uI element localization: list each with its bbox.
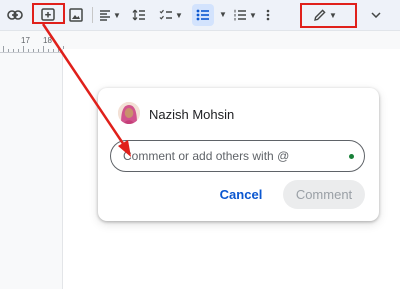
checklist-dropdown-icon: ▼ (175, 10, 183, 20)
comment-button[interactable]: Comment (283, 180, 365, 209)
align-dropdown-icon: ▼ (113, 10, 121, 20)
ruler-tick (13, 49, 14, 52)
ruler-tick (43, 46, 44, 52)
insert-link-icon[interactable] (4, 4, 26, 26)
editing-mode-highlight-box (300, 3, 357, 28)
bulleted-list-icon[interactable] (192, 4, 214, 26)
more-vert-icon[interactable] (262, 4, 274, 26)
ruler-tick (3, 46, 4, 52)
ruler-label: 18 (43, 36, 52, 45)
avatar (118, 102, 140, 124)
ruler-tick (48, 49, 49, 52)
comment-input[interactable] (110, 140, 365, 172)
bulleted-list-dropdown-icon[interactable]: ▼ (219, 10, 227, 19)
comment-card: Nazish Mohsin Cancel Comment (98, 88, 379, 221)
ruler-tick (53, 49, 54, 52)
line-spacing-icon[interactable] (129, 4, 149, 26)
collapse-chevron-icon[interactable] (366, 4, 386, 26)
ruler-label: 17 (21, 36, 30, 45)
comment-input-field[interactable] (123, 147, 343, 165)
insert-image-icon[interactable] (66, 4, 86, 26)
ruler-tick (33, 49, 34, 52)
ruler-tick (58, 49, 59, 52)
ruler-tick (28, 49, 29, 52)
ruler-tick (8, 49, 9, 52)
toolbar-divider (92, 7, 93, 23)
numbered-list-icon[interactable]: ▼ (231, 4, 259, 26)
numbered-list-dropdown-icon: ▼ (249, 10, 257, 20)
ruler-tick (18, 49, 19, 52)
comment-author-name: Nazish Mohsin (149, 107, 235, 122)
align-icon[interactable]: ▼ (97, 4, 123, 26)
cancel-button[interactable]: Cancel (212, 181, 270, 208)
ruler-tick (23, 46, 24, 52)
add-comment-highlight-box (32, 3, 65, 24)
ruler-tick (38, 49, 39, 52)
checklist-icon[interactable]: ▼ (157, 4, 185, 26)
status-dot-icon (349, 154, 354, 159)
